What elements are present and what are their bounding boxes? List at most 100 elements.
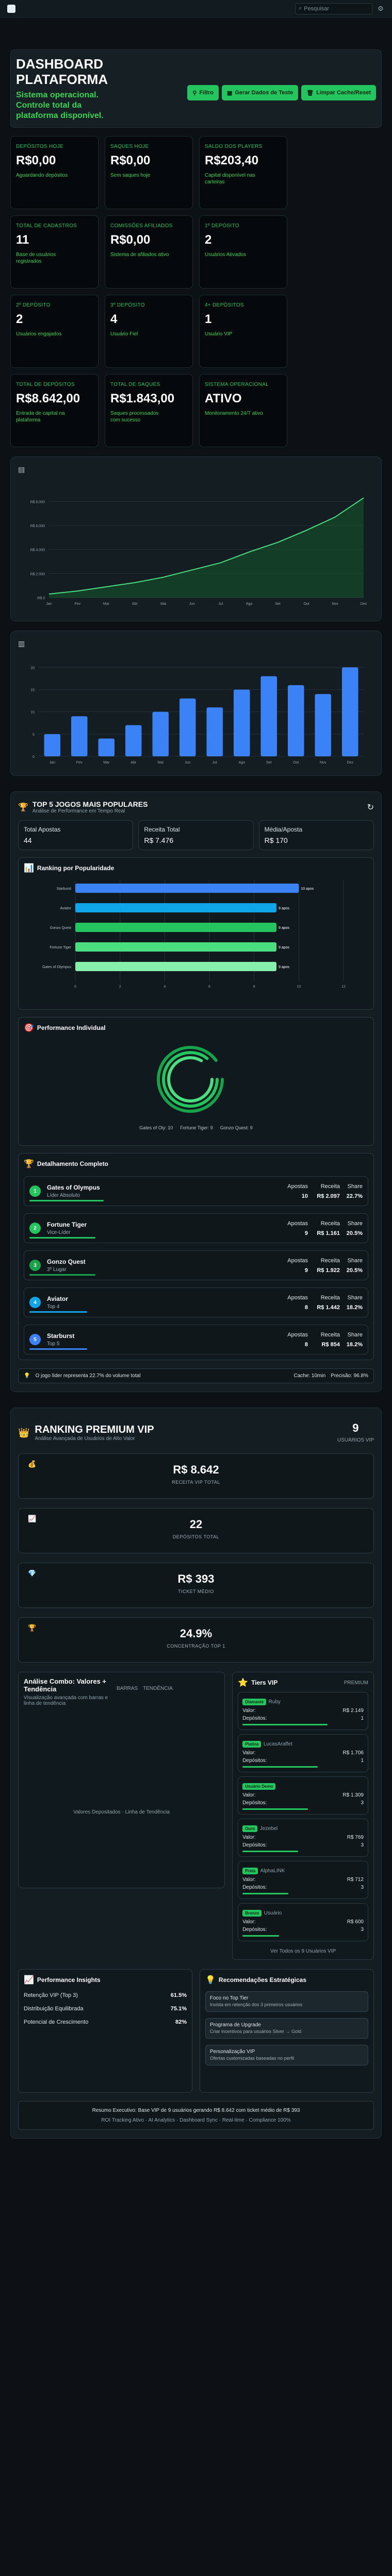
game-row[interactable]: 3 Gonzo Quest 3º Lugar Apostas Receita Shar… [24, 1250, 368, 1280]
area-fill [49, 498, 364, 598]
trash-icon: 🗑 [306, 90, 314, 96]
x-tick-label: Out [303, 602, 309, 606]
ranking-icon: 📊 [24, 864, 34, 873]
game-row[interactable]: 2 Fortune Tiger Vice-Líder Apostas Receita… [24, 1213, 368, 1243]
kpi-value: R$8.642,00 [16, 392, 80, 405]
kpi-note: Usuários engajados [16, 331, 62, 337]
x-tick-label: 0 [74, 985, 76, 989]
recommendation-item[interactable]: Foco no Top Tier Invista em retenção dos … [205, 1991, 368, 2012]
share-bar [29, 1311, 87, 1313]
combo-analysis: Análise Combo: Valores + Tendência Visua… [18, 1672, 225, 1888]
recommendation-item[interactable]: Programa de Upgrade Criar incentivos para… [205, 2018, 368, 2039]
kpi-value: R$0,00 [16, 154, 56, 167]
bar [44, 734, 60, 756]
bulb-icon: 💡 [205, 1976, 216, 1985]
kpi-label: Total de Saques [110, 382, 160, 387]
kpi-card: 4+ Depósitos 1 Usuário VIP [199, 295, 287, 368]
search-input[interactable]: ⌕ Pesquisar [295, 3, 372, 14]
bar [234, 689, 250, 756]
game-row[interactable]: 5 Starburst Top 5 Apostas Receita Share 8 R$… [24, 1325, 368, 1354]
kpi-value: 11 [16, 233, 29, 247]
reset-cache-button[interactable]: 🗑 Limpar Cache/Reset [301, 85, 376, 100]
vip-count: 9 [352, 1421, 359, 1434]
app-logo[interactable] [7, 4, 15, 13]
search-placeholder: Pesquisar [304, 5, 330, 12]
x-tick-label: Jun [185, 761, 190, 765]
tier-bar [242, 1935, 279, 1937]
games-footer: 💡 O jogo líder representa 22.7% do volum… [18, 1368, 374, 1383]
ring-gonzo [167, 1056, 214, 1103]
vip-panel: 👑 RANKING PREMIUM VIP Análise Avançada d… [10, 1408, 382, 2139]
y-tick-label: 15 [30, 688, 35, 692]
vip-title: RANKING PREMIUM VIP [35, 1424, 154, 1435]
game-row[interactable]: 4 Aviator Top 4 Apostas Receita Share 8 R$ 1… [24, 1287, 368, 1317]
kpi-card: Sistema Operacional ATIVO Monitoramento 24… [199, 374, 287, 447]
legend-item: Gates of Oly: 10 [139, 1125, 173, 1130]
kpi-value: 4 [110, 312, 118, 326]
kpi-value: R$203,40 [205, 154, 259, 167]
bar [71, 716, 88, 756]
bar [288, 685, 304, 756]
category-label: Fortune Tiger [50, 946, 71, 950]
bar [342, 667, 358, 756]
tier-tag: Usuário Demo [242, 1783, 276, 1790]
refresh-icon[interactable]: ↻ [367, 802, 374, 812]
tier-card[interactable]: Diamante Ruby Valor: R$ 2.149 Depósitos: 1 [238, 1692, 368, 1730]
x-tick-label: Ago [239, 761, 246, 765]
x-tick-label: Set [275, 602, 281, 606]
x-tick-label: 10 [297, 985, 301, 989]
game-name: Gonzo Quest [47, 1258, 86, 1265]
generate-data-button[interactable]: ▦ Gerar Dados de Teste [221, 85, 299, 100]
share-bar [29, 1200, 104, 1201]
kpi-label: Saques Hoje [110, 144, 149, 149]
deposits-bar-chart: 0 5 10 15 20 Jan Fev Mar Abr Mai Jun Jul Ago Set Out No… [30, 666, 364, 765]
kpi-value: 1 [205, 312, 212, 326]
game-name: Starburst [47, 1332, 75, 1340]
vip-subtitle: Análise Avançada de Usuários de Alto Val… [35, 1436, 135, 1442]
game-sub: Top 5 [47, 1341, 60, 1347]
chart-icon: 📈 [28, 1515, 37, 1522]
diamond-icon: 💎 [28, 1569, 37, 1577]
x-tick-label: Abr [130, 761, 137, 765]
x-tick-label: Jun [189, 602, 195, 606]
game-row[interactable]: 1 Gates of Olympus Líder Absoluto Apostas… [24, 1176, 368, 1206]
x-tick-label: Mar [103, 602, 110, 606]
kpi-grid: Depósitos Hoje R$0,00 Aguardando depósitos… [10, 136, 382, 447]
filter-icon: ⚲ [192, 90, 197, 96]
x-tick-label: Abr [132, 602, 138, 606]
ring-fortune [162, 1051, 219, 1108]
summary-avg-bet: Média/Aposta R$ 170 [258, 820, 374, 850]
tier-card[interactable]: Platina LucasAraffet Valor: R$ 1.706 Depó… [238, 1734, 368, 1772]
game-sub: 3º Lugar [47, 1267, 67, 1273]
bar-chart-icon: ▥ [18, 639, 25, 648]
tier-tag: Platina [242, 1741, 262, 1748]
kpi-note: Aguardando depósitos [16, 173, 68, 178]
database-icon: ▦ [226, 90, 233, 96]
x-tick-label: Jan [46, 602, 52, 606]
tab-bars[interactable]: BARRAS [117, 1686, 138, 1691]
detail-title: Detalhamento Completo [37, 1160, 108, 1167]
tier-card[interactable]: Prata AlphaLINK Valor: R$ 712 Depósitos: 3 [238, 1861, 368, 1899]
tier-card[interactable]: Usuário Demo Valor: R$ 1.309 Depósitos: 3 [238, 1776, 368, 1815]
kpi-label: Total de Cadastros [16, 223, 77, 229]
summary-total-revenue: Receita Total R$ 7.476 [138, 820, 254, 850]
tab-trend[interactable]: TENDÊNCIA [143, 1686, 173, 1691]
kpi-note: Capital disponível nas carteiras [205, 173, 255, 185]
x-tick-label: Nov [332, 602, 338, 606]
tier-bar [242, 1724, 328, 1725]
tier-card[interactable]: Bronze Usuário Valor: R$ 600 Depósitos: 3 [238, 1903, 368, 1941]
filter-button[interactable]: ⚲ Filtro [187, 85, 219, 100]
x-tick-label: 12 [341, 985, 346, 989]
performance-title: Performance Individual [37, 1024, 106, 1031]
bulb-icon: 💡 [24, 1373, 30, 1379]
target-icon: 🎯 [24, 1024, 34, 1032]
view-all-vip-link[interactable]: Ver Todos os 9 Usuários VIP [238, 1948, 368, 1954]
tier-bar [242, 1766, 318, 1768]
tier-card[interactable]: Ouro Jezebel Valor: R$ 769 Depósitos: 3 [238, 1819, 368, 1857]
kpi-value: R$0,00 [110, 233, 151, 247]
games-title: TOP 5 JOGOS MAIS POPULARES [32, 800, 148, 808]
legend-item: Gonzo Quest: 9 [220, 1125, 253, 1130]
insight-row: Potencial de Crescimento 82% [24, 2019, 187, 2025]
recommendation-item[interactable]: Personalização VIP Ofertas customizadas b… [205, 2045, 368, 2065]
gear-icon[interactable]: ⚙ [377, 5, 385, 13]
